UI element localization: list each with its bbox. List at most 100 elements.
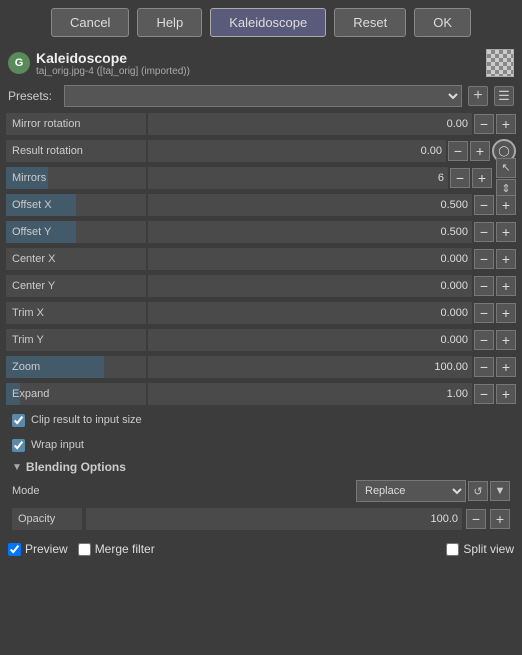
reset-button[interactable]: Reset	[334, 8, 406, 37]
top-toolbar: Cancel Help Kaleidoscope Reset OK	[0, 0, 522, 45]
center-x-plus[interactable]: +	[496, 249, 516, 269]
blend-mode-row: Mode Replace Normal Multiply Screen Over…	[6, 478, 516, 504]
param-label-offset-x: Offset X	[6, 194, 146, 216]
param-value-mirror-rotation: 0.00	[148, 113, 472, 135]
wrap-input-row: Wrap input	[6, 433, 516, 457]
param-label-expand: Expand	[6, 383, 146, 405]
param-label-offset-y: Offset Y	[6, 221, 146, 243]
param-row-zoom: Zoom 100.00 − +	[6, 354, 516, 380]
param-value-mirrors: 6	[148, 167, 448, 189]
split-checkbox[interactable]	[446, 543, 459, 556]
presets-label: Presets:	[8, 89, 58, 103]
presets-row: Presets: + ☰	[0, 81, 522, 111]
param-row-trim-x: Trim X 0.000 − +	[6, 300, 516, 326]
result-rotation-minus[interactable]: −	[448, 141, 468, 161]
param-row-expand: Expand 1.00 − +	[6, 381, 516, 407]
param-row-mirrors: Mirrors 6 − + ↖ ⇕	[6, 165, 516, 191]
mirror-rotation-plus[interactable]: +	[496, 114, 516, 134]
checker-icon	[486, 49, 514, 77]
blend-mode-select[interactable]: Replace Normal Multiply Screen Overlay	[356, 480, 466, 502]
presets-select[interactable]	[64, 85, 462, 107]
param-value-center-y: 0.000	[148, 275, 472, 297]
mirror-rotation-minus[interactable]: −	[474, 114, 494, 134]
opacity-plus[interactable]: +	[490, 509, 510, 529]
help-button[interactable]: Help	[137, 8, 202, 37]
param-label-center-x: Center X	[6, 248, 146, 270]
ok-button[interactable]: OK	[414, 8, 471, 37]
param-value-result-rotation: 0.00	[148, 140, 446, 162]
center-y-plus[interactable]: +	[496, 276, 516, 296]
main-content: Mirror rotation 0.00 − + Result rotation…	[0, 111, 522, 532]
param-row-offset-x: Offset X 0.500 − +	[6, 192, 516, 218]
offset-y-minus[interactable]: −	[474, 222, 494, 242]
center-y-minus[interactable]: −	[474, 276, 494, 296]
result-rotation-plus[interactable]: +	[470, 141, 490, 161]
opacity-value: 100.0	[86, 508, 462, 530]
opacity-label: Opacity	[12, 508, 82, 530]
param-label-center-y: Center Y	[6, 275, 146, 297]
offset-x-plus[interactable]: +	[496, 195, 516, 215]
mirrors-plus[interactable]: +	[472, 168, 492, 188]
param-row-center-y: Center Y 0.000 − +	[6, 273, 516, 299]
param-label-trim-x: Trim X	[6, 302, 146, 324]
kaleidoscope-button[interactable]: Kaleidoscope	[210, 8, 326, 37]
clip-result-label[interactable]: Clip result to input size	[31, 414, 142, 426]
blend-mode-wrapper: Replace Normal Multiply Screen Overlay ↺…	[76, 480, 510, 502]
split-label[interactable]: Split view	[463, 542, 514, 556]
bottom-bar: Preview Merge filter Split view	[0, 536, 522, 562]
cursor-icon-btn[interactable]: ↖	[496, 158, 516, 178]
opacity-minus[interactable]: −	[466, 509, 486, 529]
param-value-offset-x: 0.500	[148, 194, 472, 216]
expand-plus[interactable]: +	[496, 384, 516, 404]
param-row-mirror-rotation: Mirror rotation 0.00 − +	[6, 111, 516, 137]
center-x-minus[interactable]: −	[474, 249, 494, 269]
presets-add-button[interactable]: +	[468, 86, 488, 106]
expand-minus[interactable]: −	[474, 384, 494, 404]
trim-y-plus[interactable]: +	[496, 330, 516, 350]
preview-checkbox[interactable]	[8, 543, 21, 556]
zoom-plus[interactable]: +	[496, 357, 516, 377]
mirrors-minus[interactable]: −	[450, 168, 470, 188]
offset-x-minus[interactable]: −	[474, 195, 494, 215]
opacity-row: Opacity 100.0 − +	[6, 506, 516, 532]
blend-extra-button[interactable]: ▼	[490, 481, 510, 501]
param-value-trim-y: 0.000	[148, 329, 472, 351]
cancel-button[interactable]: Cancel	[51, 8, 129, 37]
wrap-input-label[interactable]: Wrap input	[31, 439, 84, 451]
param-value-zoom: 100.00	[148, 356, 472, 378]
header-row: G Kaleidoscope taj_orig.jpg-4 ([taj_orig…	[0, 45, 522, 81]
param-row-trim-y: Trim Y 0.000 − +	[6, 327, 516, 353]
blending-options-header[interactable]: ▼ Blending Options	[6, 458, 516, 476]
wrap-input-checkbox[interactable]	[12, 439, 25, 452]
param-label-mirror-rotation: Mirror rotation	[6, 113, 146, 135]
trim-x-plus[interactable]: +	[496, 303, 516, 323]
param-row-offset-y: Offset Y 0.500 − +	[6, 219, 516, 245]
plugin-icon: G	[8, 52, 30, 74]
param-label-zoom: Zoom	[6, 356, 146, 378]
param-value-center-x: 0.000	[148, 248, 472, 270]
param-value-trim-x: 0.000	[148, 302, 472, 324]
zoom-minus[interactable]: −	[474, 357, 494, 377]
merge-checkbox[interactable]	[78, 543, 91, 556]
clip-result-row: Clip result to input size	[6, 408, 516, 432]
merge-check-group: Merge filter	[78, 542, 155, 556]
trim-x-minus[interactable]: −	[474, 303, 494, 323]
blend-cycle-button[interactable]: ↺	[468, 481, 488, 501]
param-label-trim-y: Trim Y	[6, 329, 146, 351]
preview-label[interactable]: Preview	[25, 542, 68, 556]
clip-result-checkbox[interactable]	[12, 414, 25, 427]
param-value-expand: 1.00	[148, 383, 472, 405]
preview-check-group: Preview	[8, 542, 68, 556]
trim-y-minus[interactable]: −	[474, 330, 494, 350]
param-label-result-rotation: Result rotation	[6, 140, 146, 162]
header-title-block: Kaleidoscope taj_orig.jpg-4 ([taj_orig] …	[36, 50, 480, 77]
offset-y-plus[interactable]: +	[496, 222, 516, 242]
plugin-subtitle: taj_orig.jpg-4 ([taj_orig] (imported))	[36, 66, 480, 77]
merge-label[interactable]: Merge filter	[95, 542, 155, 556]
split-check-group: Split view	[446, 542, 514, 556]
presets-menu-button[interactable]: ☰	[494, 86, 514, 106]
blend-mode-label: Mode	[12, 485, 72, 497]
param-label-mirrors: Mirrors	[6, 167, 146, 189]
param-row-center-x: Center X 0.000 − +	[6, 246, 516, 272]
param-row-result-rotation: Result rotation 0.00 − + ◯	[6, 138, 516, 164]
